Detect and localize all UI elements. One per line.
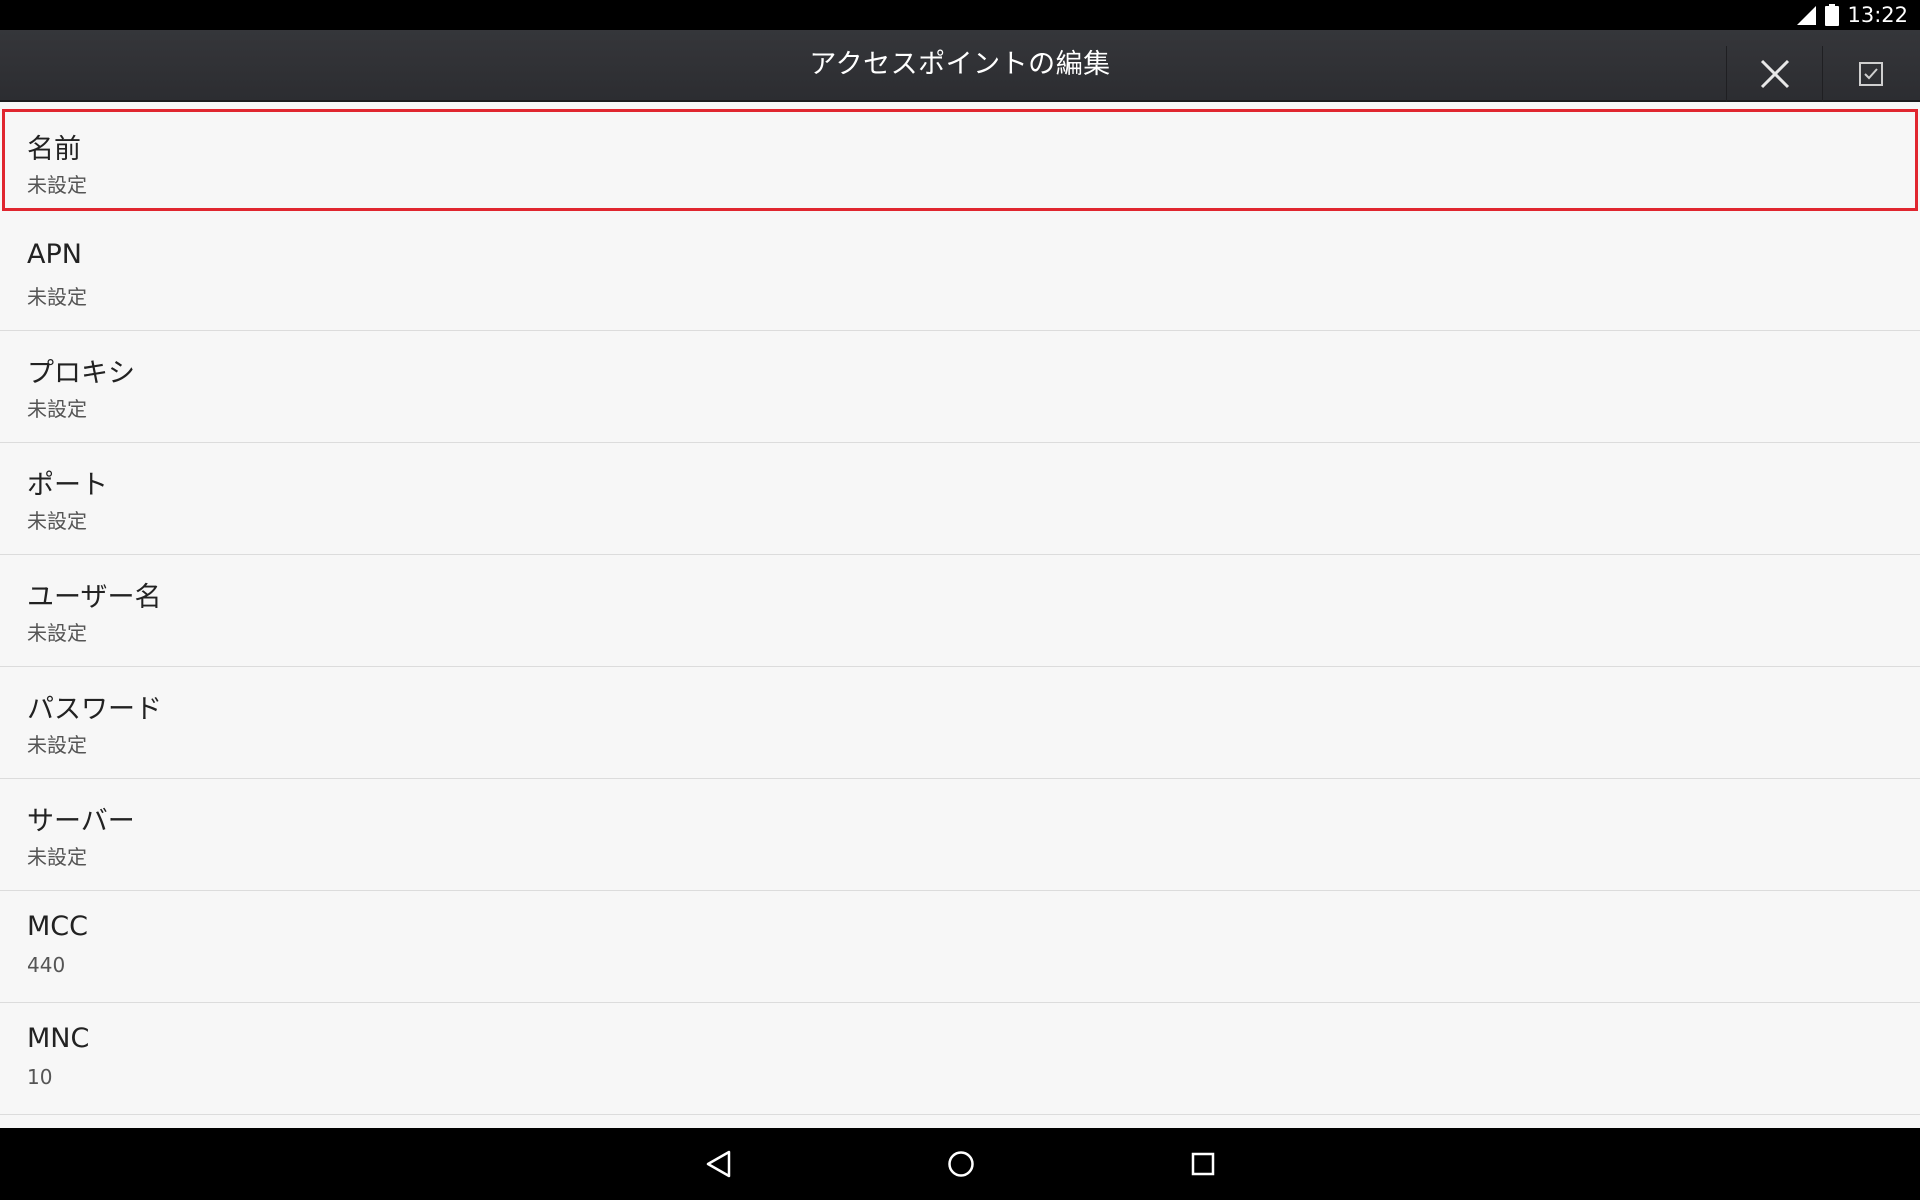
navigation-bar (0, 1128, 1920, 1200)
recents-button[interactable] (1179, 1140, 1227, 1188)
action-bar: アクセスポイントの編集 (0, 30, 1920, 102)
item-value: 440 (27, 953, 66, 977)
list-item-mnc[interactable]: MNC 10 (0, 1003, 1920, 1115)
item-value: 未設定 (27, 733, 87, 757)
list-item-username[interactable]: ユーザー名 未設定 (0, 555, 1920, 667)
status-bar: 13:22 (0, 0, 1920, 30)
list-item-name[interactable]: 名前 未設定 (0, 107, 1920, 213)
item-value: 10 (27, 1065, 53, 1089)
item-title: MCC (27, 911, 89, 942)
item-value: 未設定 (27, 285, 87, 309)
list-item-port[interactable]: ポート 未設定 (0, 443, 1920, 555)
status-time: 13:22 (1847, 3, 1908, 27)
home-button[interactable] (937, 1140, 985, 1188)
item-value: 未設定 (27, 509, 87, 533)
back-icon (706, 1150, 731, 1178)
list-item-mcc[interactable]: MCC 440 (0, 891, 1920, 1003)
close-button[interactable] (1726, 46, 1822, 102)
item-value: 未設定 (27, 173, 87, 197)
item-value: 未設定 (27, 845, 87, 869)
list-item-server[interactable]: サーバー 未設定 (0, 779, 1920, 891)
checkbox-check-icon (1858, 62, 1883, 86)
item-title: APN (27, 239, 82, 270)
item-title: ユーザー名 (27, 582, 162, 613)
close-icon (1760, 59, 1789, 89)
list-item-apn[interactable]: APN 未設定 (0, 219, 1920, 331)
list-item-password[interactable]: パスワード 未設定 (0, 667, 1920, 779)
item-title: ポート (27, 470, 108, 501)
item-title: MNC (27, 1023, 90, 1054)
item-title: 名前 (27, 134, 81, 165)
save-button[interactable] (1822, 46, 1918, 102)
signal-icon (1797, 6, 1817, 25)
item-value: 未設定 (27, 621, 87, 645)
recents-icon (1191, 1152, 1215, 1176)
home-icon (948, 1151, 974, 1177)
item-value: 未設定 (27, 397, 87, 421)
item-title: サーバー (27, 806, 135, 837)
item-title: パスワード (27, 694, 162, 725)
page-title: アクセスポイントの編集 (809, 49, 1111, 80)
back-button[interactable] (695, 1140, 743, 1188)
apn-settings-list: 名前 未設定 APN 未設定 プロキシ 未設定 ポート 未設定 ユーザー名 未設… (0, 104, 1920, 1128)
list-item-proxy[interactable]: プロキシ 未設定 (0, 331, 1920, 443)
battery-icon (1825, 4, 1840, 26)
item-title: プロキシ (27, 358, 135, 389)
